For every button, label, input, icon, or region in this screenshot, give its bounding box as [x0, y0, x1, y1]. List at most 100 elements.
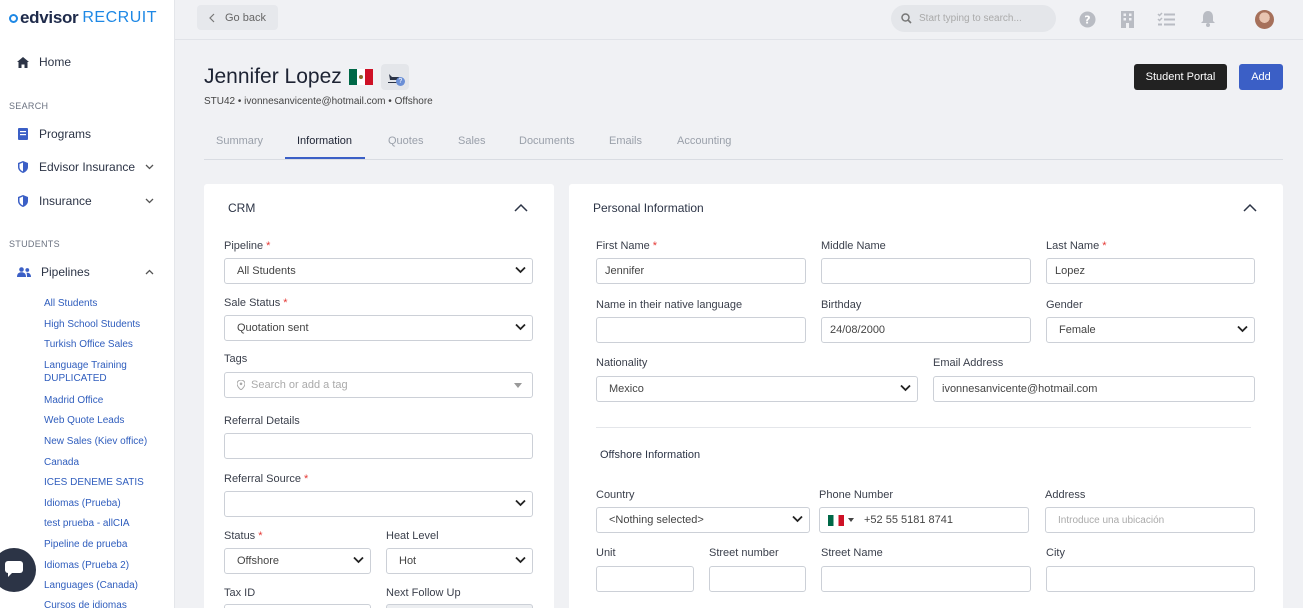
- global-search[interactable]: Start typing to search...: [891, 5, 1056, 32]
- middle-name-input[interactable]: [821, 258, 1031, 284]
- sidebar-item-label: Insurance: [39, 194, 92, 208]
- pipeline-link[interactable]: Turkish Office Sales: [44, 338, 164, 351]
- student-portal-button[interactable]: Student Portal: [1134, 64, 1227, 90]
- birthday-input[interactable]: 24/08/2000: [821, 317, 1031, 343]
- search-icon: [901, 13, 912, 24]
- pipeline-link[interactable]: New Sales (Kiev office): [44, 435, 164, 448]
- tab-information[interactable]: Information: [297, 135, 352, 147]
- pipeline-link[interactable]: Cursos de idiomas: [44, 599, 164, 608]
- chevron-up-icon[interactable]: [514, 203, 528, 213]
- caret-down-icon: [514, 383, 522, 388]
- phone-label: Phone Number: [819, 489, 893, 501]
- phone-country-select[interactable]: [828, 514, 854, 526]
- chevron-down-icon[interactable]: [145, 196, 154, 206]
- building-icon[interactable]: [1118, 10, 1136, 28]
- first-name-input[interactable]: Jennifer: [596, 258, 806, 284]
- country-select[interactable]: <Nothing selected>: [596, 507, 810, 533]
- pipeline-link[interactable]: Web Quote Leads: [44, 414, 164, 427]
- search-input[interactable]: Start typing to search...: [919, 13, 1022, 24]
- gender-select[interactable]: Female: [1046, 317, 1255, 343]
- heat-level-label: Heat Level: [386, 530, 439, 542]
- flight-status-button[interactable]: ?: [380, 64, 409, 90]
- chevron-down-icon[interactable]: [145, 162, 154, 172]
- address-label: Address: [1045, 489, 1086, 501]
- bell-icon[interactable]: [1199, 10, 1217, 28]
- address-input[interactable]: Introduce una ubicación: [1045, 507, 1255, 533]
- pipeline-link[interactable]: All Students: [44, 297, 164, 310]
- sidebar-item-home[interactable]: Home: [17, 55, 71, 69]
- referral-source-select[interactable]: [224, 491, 533, 517]
- pipeline-select[interactable]: All Students: [224, 258, 533, 284]
- tags-input[interactable]: Search or add a tag: [224, 372, 533, 398]
- pipeline-link[interactable]: Language Training DUPLICATED: [44, 359, 139, 385]
- tab-accounting[interactable]: Accounting: [677, 135, 731, 147]
- user-avatar[interactable]: [1255, 10, 1274, 29]
- svg-text:?: ?: [1084, 13, 1090, 26]
- native-name-input[interactable]: [596, 317, 806, 343]
- go-back-button[interactable]: Go back: [197, 5, 278, 30]
- help-icon[interactable]: ?: [1078, 10, 1096, 28]
- section-label-students: STUDENTS: [9, 239, 60, 249]
- phone-value: +52 55 5181 8741: [864, 514, 954, 526]
- street-number-label: Street number: [709, 547, 779, 559]
- task-list-icon[interactable]: [1157, 10, 1175, 28]
- referral-details-label: Referral Details: [224, 415, 300, 427]
- gender-value: Female: [1059, 324, 1096, 336]
- nationality-select[interactable]: Mexico: [596, 376, 918, 402]
- pipeline-link[interactable]: Pipeline de prueba: [44, 538, 164, 551]
- pipeline-link[interactable]: Madrid Office: [44, 394, 164, 407]
- question-badge: ?: [395, 77, 405, 86]
- heat-level-select[interactable]: Hot: [386, 548, 533, 574]
- shield-icon: [17, 161, 29, 173]
- tab-quotes[interactable]: Quotes: [388, 135, 423, 147]
- sidebar-item-programs[interactable]: Programs: [17, 127, 91, 141]
- next-follow-up-label: Next Follow Up: [386, 587, 461, 599]
- pipeline-link[interactable]: High School Students: [44, 318, 164, 331]
- offshore-info-title: Offshore Information: [600, 449, 701, 461]
- sidebar-item-insurance[interactable]: Insurance: [17, 194, 154, 208]
- next-follow-up-input[interactable]: [386, 604, 533, 608]
- heat-level-value: Hot: [399, 555, 417, 567]
- tax-id-input[interactable]: [224, 604, 371, 608]
- sidebar-item-label: Home: [39, 55, 72, 69]
- sale-status-value: Quotation sent: [237, 322, 309, 334]
- sidebar-item-pipelines[interactable]: Pipelines: [17, 265, 154, 279]
- chevron-down-icon: [792, 515, 803, 523]
- email-input[interactable]: ivonnesanvicente@hotmail.com: [933, 376, 1255, 402]
- street-number-input[interactable]: [709, 566, 806, 592]
- sidebar-item-edvisor-insurance[interactable]: Edvisor Insurance: [17, 160, 154, 174]
- edvisor-logo[interactable]: edvisor RECRUIT: [9, 8, 157, 28]
- location-pin-icon: [237, 380, 245, 390]
- pipeline-link[interactable]: test prueba - allCIA: [44, 517, 164, 530]
- referral-details-input[interactable]: [224, 433, 533, 459]
- tags-label: Tags: [224, 353, 248, 365]
- last-name-input[interactable]: Lopez: [1046, 258, 1255, 284]
- go-back-label: Go back: [225, 11, 266, 24]
- chevron-up-icon[interactable]: [1243, 203, 1257, 213]
- chevron-up-icon[interactable]: [145, 267, 154, 277]
- book-icon: [17, 128, 29, 140]
- tab-emails[interactable]: Emails: [609, 135, 642, 147]
- status-select[interactable]: Offshore: [224, 548, 371, 574]
- chevron-down-icon: [515, 266, 526, 274]
- chat-button[interactable]: [0, 548, 36, 592]
- tab-documents[interactable]: Documents: [519, 135, 575, 147]
- pipeline-link[interactable]: Idiomas (Prueba): [44, 497, 164, 510]
- add-button[interactable]: Add: [1239, 64, 1283, 90]
- tab-sales[interactable]: Sales: [458, 135, 486, 147]
- student-subtitle: STU42 • ivonnesanvicente@hotmail.com • O…: [204, 96, 433, 107]
- sale-status-select[interactable]: Quotation sent: [224, 315, 533, 341]
- middle-name-label: Middle Name: [821, 240, 886, 252]
- first-name-label: First Name *: [596, 240, 658, 252]
- pipeline-link[interactable]: Languages (Canada): [44, 579, 164, 592]
- city-input[interactable]: [1046, 566, 1255, 592]
- chevron-down-icon: [353, 556, 364, 564]
- tab-summary[interactable]: Summary: [216, 135, 263, 147]
- pipeline-link[interactable]: Canada: [44, 456, 164, 469]
- pipeline-link[interactable]: ICES DENEME SATIS: [44, 476, 164, 489]
- street-name-input[interactable]: [821, 566, 1031, 592]
- unit-input[interactable]: [596, 566, 694, 592]
- pipeline-link[interactable]: Idiomas (Prueba 2): [44, 559, 164, 572]
- phone-input[interactable]: +52 55 5181 8741: [819, 507, 1029, 533]
- street-name-label: Street Name: [821, 547, 883, 559]
